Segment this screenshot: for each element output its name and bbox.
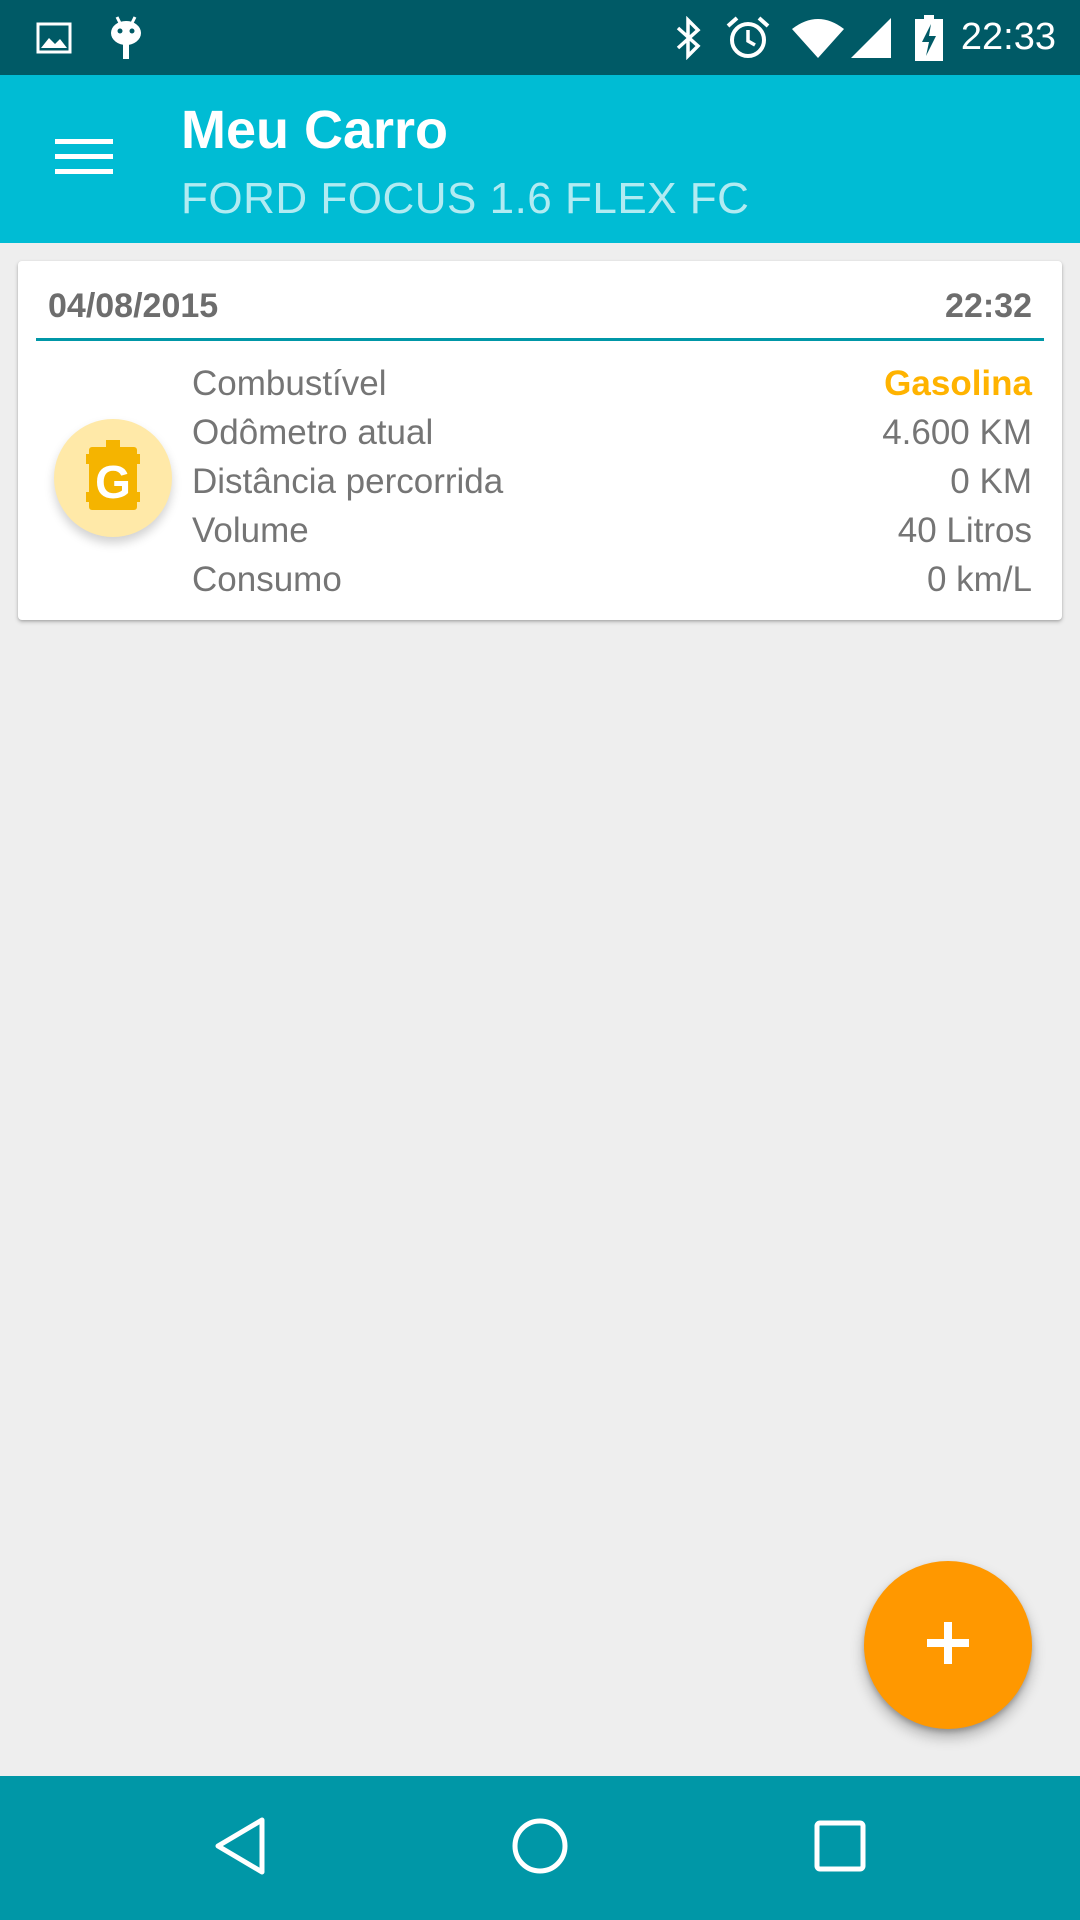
consumption-value: 0 km/L <box>926 559 1032 599</box>
battery-charging-icon <box>912 0 946 75</box>
back-button[interactable] <box>160 1776 320 1920</box>
menu-icon <box>55 137 113 182</box>
detail-row-fuel: Combustível Gasolina <box>192 359 1032 408</box>
refuel-entry-card[interactable]: 04/08/2015 22:32 G Combustível Gasolina … <box>18 261 1062 620</box>
detail-label: Odômetro atual <box>192 412 434 452</box>
status-bar: 22:33 <box>0 0 1080 75</box>
bluetooth-icon <box>670 0 706 75</box>
odometer-value: 4.600 KM <box>882 412 1032 452</box>
card-divider <box>36 338 1044 341</box>
fuel-can-icon: G <box>86 439 140 517</box>
volume-value: 40 Litros <box>897 510 1032 550</box>
detail-label: Consumo <box>192 559 342 599</box>
android-debug-icon <box>106 0 146 75</box>
add-entry-button[interactable] <box>864 1561 1032 1729</box>
alarm-icon <box>724 0 772 75</box>
detail-label: Volume <box>192 510 309 550</box>
entry-time: 22:32 <box>945 287 1032 325</box>
fuel-type-value: Gasolina <box>884 363 1032 403</box>
status-time: 22:33 <box>960 16 1056 58</box>
plus-icon <box>927 1621 969 1669</box>
detail-row-consumption: Consumo 0 km/L <box>192 555 1032 604</box>
app-bar: Meu Carro FORD FOCUS 1.6 FLEX FC <box>0 75 1080 243</box>
distance-value: 0 KM <box>950 461 1032 501</box>
cell-signal-icon <box>848 0 894 75</box>
entry-details: Combustível Gasolina Odômetro atual 4.60… <box>192 359 1032 604</box>
wifi-icon <box>790 0 846 75</box>
detail-row-distance: Distância percorrida 0 KM <box>192 457 1032 506</box>
detail-row-volume: Volume 40 Litros <box>192 506 1032 555</box>
entry-date: 04/08/2015 <box>48 287 219 325</box>
home-icon <box>511 1817 569 1880</box>
fuel-avatar: G <box>54 419 172 537</box>
menu-button[interactable] <box>30 119 138 199</box>
page-title: Meu Carro <box>181 100 449 160</box>
detail-label: Combustível <box>192 363 387 403</box>
fuel-letter: G <box>95 456 131 508</box>
recents-button[interactable] <box>760 1776 920 1920</box>
image-icon <box>34 0 74 75</box>
home-button[interactable] <box>460 1776 620 1920</box>
detail-row-odometer: Odômetro atual 4.600 KM <box>192 408 1032 457</box>
vehicle-subtitle: FORD FOCUS 1.6 FLEX FC <box>181 174 750 223</box>
navigation-bar <box>0 1776 1080 1920</box>
detail-label: Distância percorrida <box>192 461 504 501</box>
recents-icon <box>814 1820 866 1877</box>
back-icon <box>212 1816 268 1881</box>
